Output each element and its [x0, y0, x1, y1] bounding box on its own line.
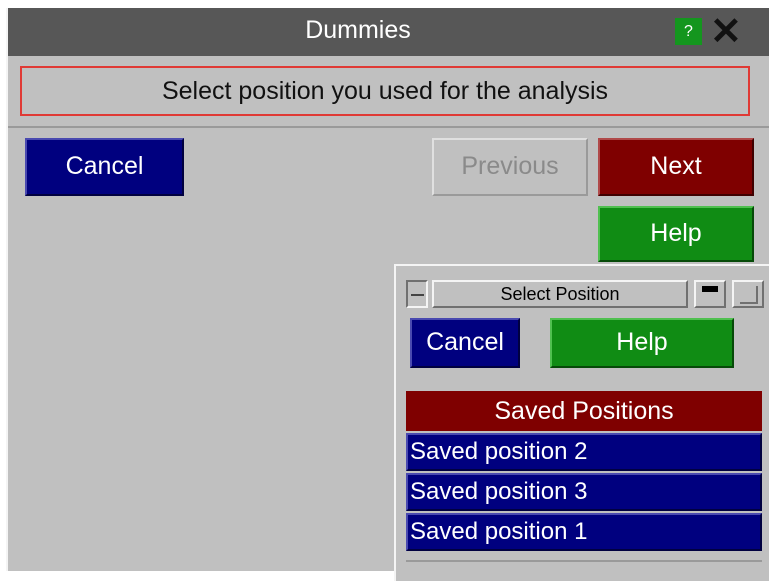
cancel-button[interactable]: Cancel — [25, 138, 184, 196]
dummies-window: Dummies ? ✕ Select position you used for… — [6, 8, 769, 581]
help-icon[interactable]: ? — [675, 18, 702, 45]
list-item[interactable]: Saved position 3 — [406, 473, 762, 511]
minimize-icon[interactable] — [406, 280, 428, 308]
next-button[interactable]: Next — [598, 138, 754, 196]
restore-icon[interactable] — [732, 280, 764, 308]
select-position-popup: Select Position Cancel Help Saved Positi… — [394, 264, 769, 581]
divider — [8, 126, 769, 128]
popup-help-button[interactable]: Help — [550, 318, 734, 368]
help-button[interactable]: Help — [598, 206, 754, 262]
saved-positions-header: Saved Positions — [406, 391, 762, 431]
previous-button[interactable]: Previous — [432, 138, 588, 196]
list-item[interactable]: Saved position 1 — [406, 513, 762, 551]
close-icon[interactable]: ✕ — [710, 13, 742, 51]
title-bar[interactable]: Dummies ? ✕ — [8, 8, 769, 56]
instruction-text: Select position you used for the analysi… — [20, 66, 750, 116]
list-item[interactable]: Saved position 2 — [406, 433, 762, 471]
popup-title-bar[interactable]: Select Position — [396, 266, 769, 316]
window-title: Dummies — [305, 16, 411, 44]
maximize-icon[interactable] — [694, 280, 726, 308]
list-divider — [406, 560, 762, 562]
popup-cancel-button[interactable]: Cancel — [410, 318, 520, 368]
popup-title: Select Position — [432, 280, 688, 308]
